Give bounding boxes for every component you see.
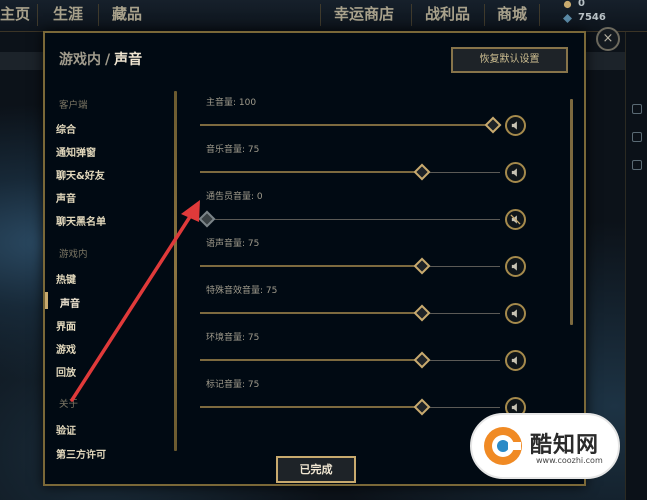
page-title: 游戏内 / 声音	[59, 49, 142, 69]
volume-row-voice: 语声音量: 75	[195, 236, 535, 284]
watermark: 酷知网 www.coozhi.com	[470, 413, 620, 479]
volume-settings-list: 主音量: 100 音乐音量: 75 通告员音量: 0 语声音量: 75 特殊音效…	[195, 88, 535, 448]
slider-thumb[interactable]	[413, 304, 430, 322]
nav-item-ingame-sound[interactable]: 声音	[60, 295, 80, 310]
watermark-url: www.coozhi.com	[536, 456, 603, 465]
volume-label: 标记音量: 75	[206, 380, 260, 390]
rail-people-icon[interactable]	[632, 132, 642, 142]
nav-item-hotkeys[interactable]: 热键	[56, 271, 76, 286]
speaker-icon	[511, 309, 517, 318]
nav-item-verification[interactable]: 验证	[56, 422, 76, 437]
nav-separator	[411, 4, 412, 26]
volume-row-sfx: 特殊音效音量: 75	[195, 283, 535, 331]
riot-points-icon	[563, 0, 572, 9]
slider-fill	[200, 265, 422, 267]
volume-slider[interactable]	[200, 351, 500, 369]
slider-fill	[200, 406, 422, 408]
nav-section-ingame: 游戏内	[59, 249, 88, 260]
speaker-icon	[511, 121, 517, 130]
volume-slider[interactable]	[200, 304, 500, 322]
speaker-muted-icon	[510, 214, 521, 225]
slider-thumb[interactable]	[413, 257, 430, 275]
nav-item-client-sound[interactable]: 声音	[56, 190, 76, 205]
volume-slider[interactable]	[200, 163, 500, 181]
nav-separator	[484, 4, 485, 26]
volume-slider[interactable]	[200, 116, 502, 134]
volume-label: 语声音量: 75	[206, 239, 260, 249]
slider-thumb[interactable]	[413, 163, 430, 181]
mute-button[interactable]	[505, 162, 526, 183]
volume-label: 音乐音量: 75	[206, 145, 260, 155]
volume-label: 通告员音量: 0	[206, 192, 263, 202]
blue-essence-value: 7546	[578, 12, 606, 23]
slider-thumb[interactable]	[413, 351, 430, 369]
nav-separator	[37, 4, 38, 26]
nav-divider	[174, 91, 177, 451]
nav-store[interactable]: 商城	[497, 3, 527, 24]
volume-slider[interactable]	[198, 210, 500, 228]
volume-label: 特殊音效音量: 75	[206, 286, 278, 296]
volume-slider[interactable]	[200, 257, 500, 275]
nav-lucky-shop[interactable]: 幸运商店	[334, 3, 394, 24]
mute-button[interactable]	[505, 256, 526, 277]
blue-essence-icon	[563, 14, 572, 23]
speaker-icon	[511, 262, 517, 271]
rail-chat-icon[interactable]	[632, 160, 642, 170]
volume-row-announcer: 通告员音量: 0	[195, 189, 535, 237]
nav-item-chat-friends[interactable]: 聊天&好友	[56, 167, 105, 182]
nav-section-client: 客户端	[59, 100, 88, 111]
slider-thumb[interactable]	[413, 398, 430, 416]
nav-item-interface[interactable]: 界面	[56, 318, 76, 333]
speaker-icon	[511, 403, 517, 412]
mute-button[interactable]	[505, 209, 526, 230]
nav-home[interactable]: 主页	[0, 3, 30, 24]
mute-button[interactable]	[505, 115, 526, 136]
speaker-icon	[511, 356, 517, 365]
nav-item-third-party[interactable]: 第三方许可	[56, 446, 106, 461]
volume-row-master: 主音量: 100	[195, 95, 535, 143]
slider-fill	[200, 124, 493, 126]
close-button[interactable]: ×	[596, 27, 620, 51]
nav-item-notifications[interactable]: 通知弹窗	[56, 144, 96, 159]
title-parent: 游戏内	[59, 52, 101, 68]
watermark-text: 酷知网	[530, 433, 600, 458]
active-nav-indicator	[45, 292, 48, 309]
title-current: 声音	[114, 52, 143, 68]
right-rail	[625, 32, 647, 500]
slider-fill	[200, 171, 422, 173]
speaker-icon	[511, 168, 517, 177]
mute-button[interactable]	[505, 303, 526, 324]
slider-thumb[interactable]	[484, 116, 502, 134]
volume-row-ambience: 环境音量: 75	[195, 330, 535, 378]
slider-thumb[interactable]	[198, 210, 216, 228]
content-scrollbar[interactable]	[570, 99, 573, 325]
volume-label: 环境音量: 75	[206, 333, 260, 343]
nav-separator	[539, 4, 540, 26]
nav-separator	[98, 4, 99, 26]
mute-button[interactable]	[505, 350, 526, 371]
nav-item-chat-blocklist[interactable]: 聊天黑名单	[56, 213, 106, 228]
nav-item-replays[interactable]: 回放	[56, 364, 76, 379]
volume-slider[interactable]	[200, 398, 500, 416]
nav-profile[interactable]: 生涯	[53, 3, 83, 24]
riot-points-value: 0	[578, 0, 585, 9]
nav-separator	[320, 4, 321, 26]
title-separator: /	[105, 52, 111, 68]
volume-label: 主音量: 100	[206, 98, 257, 108]
restore-defaults-button[interactable]: 恢复默认设置	[451, 47, 568, 73]
nav-collection[interactable]: 藏品	[112, 3, 142, 24]
nav-item-general[interactable]: 综合	[56, 121, 76, 136]
done-button[interactable]: 已完成	[276, 456, 356, 483]
nav-section-about: 关于	[59, 399, 79, 410]
volume-row-music: 音乐音量: 75	[195, 142, 535, 190]
top-navigation-bar: 主页 生涯 藏品 幸运商店 战利品 商城 0 7546	[0, 0, 647, 32]
slider-fill	[200, 359, 422, 361]
coozhi-logo-icon	[484, 427, 522, 465]
rail-people-icon[interactable]	[632, 104, 642, 114]
nav-item-game[interactable]: 游戏	[56, 341, 76, 356]
nav-loot[interactable]: 战利品	[425, 3, 470, 24]
slider-fill	[200, 312, 422, 314]
